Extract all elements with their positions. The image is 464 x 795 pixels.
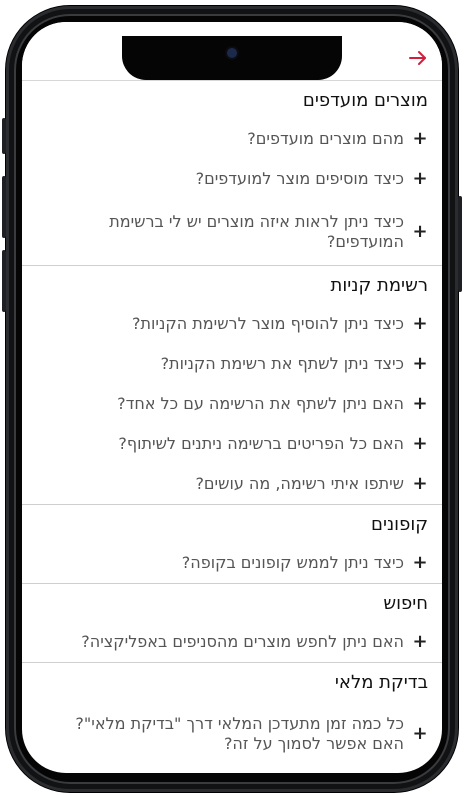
faq-question[interactable]: + כל כמה זמן מתעדכן המלאי דרך "בדיקת מלאי… xyxy=(22,701,442,767)
plus-icon: + xyxy=(412,433,428,454)
screen: שאלות ותשובות מוצרים מועדפים+מהם מוצרים … xyxy=(22,22,442,773)
faq-question[interactable]: + כיצד מוסיפים מוצר למועדפים? xyxy=(22,159,442,199)
faq-question[interactable]: + כיצד ניתן להוסיף מוצר לרשימת הקניות? xyxy=(22,304,442,344)
plus-icon: + xyxy=(412,168,428,189)
faq-section: קופונים + כיצד ניתן לממש קופונים בקופה? xyxy=(22,505,442,584)
section-title: קופונים xyxy=(371,514,428,535)
faq-question-text: כיצד מוסיפים מוצר למועדפים? xyxy=(195,169,404,188)
section-title: מוצרים מועדפים xyxy=(302,90,428,111)
faq-question-text: כיצד ניתן לממש קופונים בקופה? xyxy=(181,553,404,572)
faq-question[interactable]: + כיצד ניתן לשתף את רשימת הקניות? xyxy=(22,344,442,384)
faq-question-text: שיתפו איתי רשימה, מה עושים? xyxy=(195,474,404,493)
notch xyxy=(122,36,342,80)
faq-section: מוצרים מועדפים + מהם מוצרים מועדפים? + כיצד … xyxy=(22,81,442,266)
faq-question-text: כיצד ניתן לראות איזה מוצרים יש לי ברשימת… xyxy=(109,212,404,251)
faq-question[interactable]: + האם ניתן לשתף את הרשימה עם כל אחד? xyxy=(22,384,442,424)
section-title: רשימת קניות xyxy=(330,275,428,296)
faq-question[interactable]: + מהם מוצרים מועדפים? xyxy=(22,119,442,159)
power-button xyxy=(458,196,462,292)
plus-icon: + xyxy=(412,473,428,494)
faq-question[interactable]: + שיתפו איתי רשימה, מה עושים? xyxy=(22,464,442,504)
volume-down-button xyxy=(2,250,6,312)
plus-icon: + xyxy=(412,128,428,149)
plus-icon: + xyxy=(412,552,428,573)
plus-icon: + xyxy=(412,221,428,242)
volume-up-button xyxy=(2,176,6,238)
camera-icon xyxy=(227,48,237,58)
faq-section: בדיקת מלאי + כל כמה זמן מתעדכן המלאי דרך "… xyxy=(22,663,442,767)
faq-section: רשימת קניות + כיצד ניתן להוסיף מוצר לרשימת… xyxy=(22,266,442,505)
plus-icon: + xyxy=(412,393,428,414)
plus-icon: + xyxy=(412,313,428,334)
plus-icon: + xyxy=(412,353,428,374)
faq-question-text: כיצד ניתן להוסיף מוצר לרשימת הקניות? xyxy=(132,314,404,333)
faq-question-text: האם כל הפריטים ברשימה ניתנים לשיתוף? xyxy=(118,434,404,453)
canvas: שאלות ותשובות מוצרים מועדפים+מהם מוצרים … xyxy=(0,0,464,795)
faq-section: חיפוש + האם ניתן לחפש מוצרים מהסניפים באפל… xyxy=(22,584,442,663)
plus-icon: + xyxy=(412,723,428,744)
faq-list: מוצרים מועדפים + מהם מוצרים מועדפים? + כיצד … xyxy=(22,81,442,767)
faq-question-text: האם ניתן לחפש מוצרים מהסניפים באפליקציה? xyxy=(81,632,404,651)
arrow-right-icon[interactable] xyxy=(408,48,428,68)
faq-question-text: כיצד ניתן לשתף את רשימת הקניות? xyxy=(160,354,404,373)
faq-question[interactable]: + האם ניתן לחפש מוצרים מהסניפים באפליקציה… xyxy=(22,622,442,662)
plus-icon: + xyxy=(412,631,428,652)
silent-switch xyxy=(2,118,6,154)
faq-question[interactable]: + האם כל הפריטים ברשימה ניתנים לשיתוף? xyxy=(22,424,442,464)
faq-question-text: מהם מוצרים מועדפים? xyxy=(247,129,404,148)
section-title: בדיקת מלאי xyxy=(334,672,428,693)
faq-question-text: האם ניתן לשתף את הרשימה עם כל אחד? xyxy=(117,394,404,413)
faq-question[interactable]: + כיצד ניתן לממש קופונים בקופה? xyxy=(22,543,442,583)
faq-question-text: כל כמה זמן מתעדכן המלאי דרך "בדיקת מלאי"… xyxy=(75,714,404,753)
section-title: חיפוש xyxy=(383,593,428,614)
faq-question[interactable]: + כיצד ניתן לראות איזה מוצרים יש לי ברשימ… xyxy=(22,199,442,265)
